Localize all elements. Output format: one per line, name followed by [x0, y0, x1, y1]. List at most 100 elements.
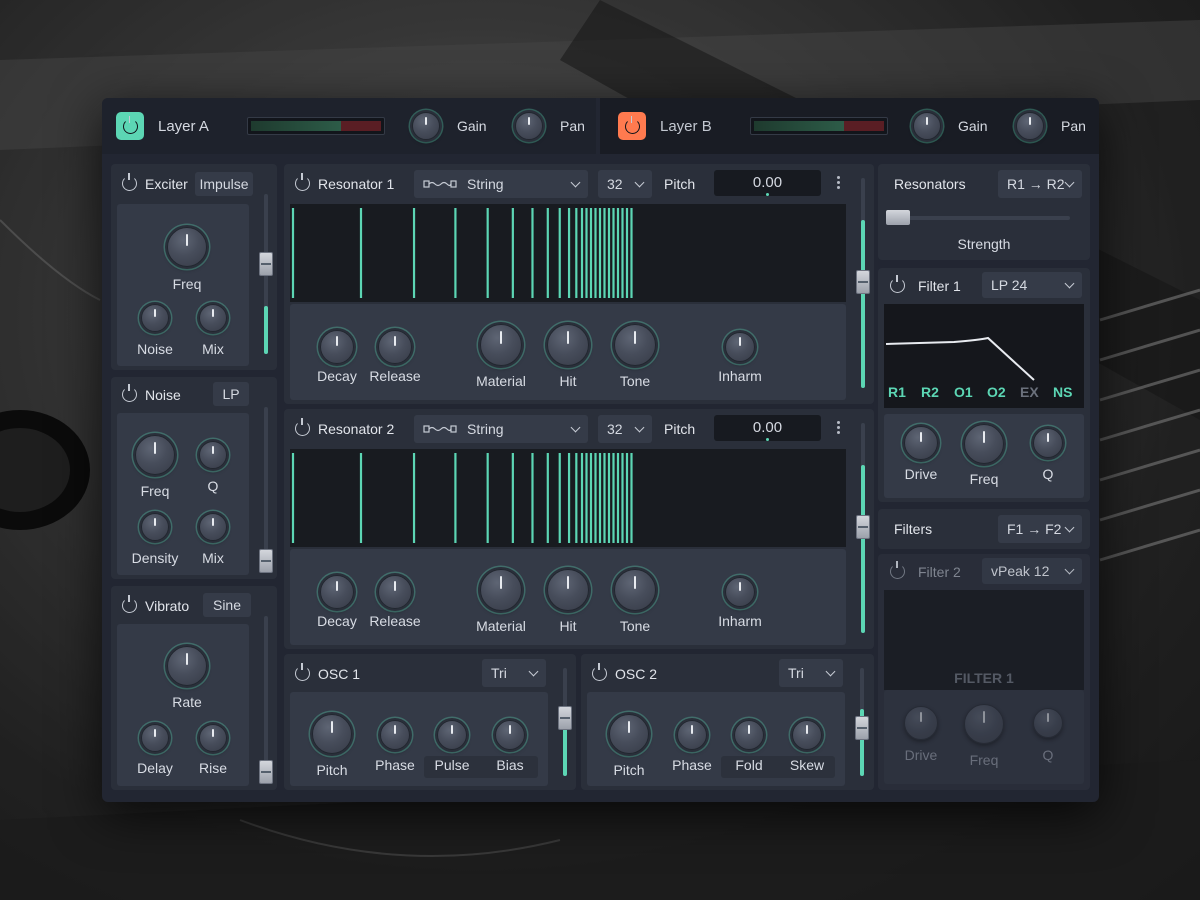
resonator-2-release-knob[interactable]: [378, 575, 412, 609]
filter-1-type-dropdown[interactable]: LP 24: [982, 272, 1082, 298]
filter-2-type-dropdown[interactable]: vPeak 12: [982, 558, 1082, 584]
filters-routing-panel: Filters F1 → F2: [878, 509, 1090, 549]
osc-1-level-thumb[interactable]: [558, 706, 572, 730]
resonator-1-voices-dropdown[interactable]: 32: [598, 170, 652, 198]
layer-a-power-button[interactable]: [116, 112, 144, 140]
filter-2-power-icon[interactable]: [890, 561, 905, 579]
resonator-2-voices-dropdown[interactable]: 32: [598, 415, 652, 443]
resonator-1-decay-knob[interactable]: [320, 330, 354, 364]
osc-2-power-icon[interactable]: [592, 663, 607, 681]
resonator-1-pitch-label: Pitch: [664, 176, 696, 192]
layer-b-gain-knob[interactable]: [913, 112, 941, 140]
osc-2-wave-dropdown[interactable]: Tri: [779, 659, 843, 687]
resonator-1-more-icon[interactable]: [837, 176, 841, 191]
exciter-level-thumb[interactable]: [259, 252, 273, 276]
filter-2-drive-knob[interactable]: [904, 706, 938, 740]
filter-1-freq-label: Freq: [969, 471, 999, 487]
exciter-freq-knob[interactable]: [167, 227, 207, 267]
vibrato-level-slider[interactable]: [264, 616, 268, 776]
filter-2-controls: Drive Freq Q: [884, 690, 1084, 784]
filter-2-freq-knob[interactable]: [964, 704, 1004, 744]
vibrato-rate-knob[interactable]: [167, 646, 207, 686]
filter-1-source-o1[interactable]: O1: [954, 384, 973, 400]
exciter-title: Exciter: [145, 176, 188, 192]
osc-1-controls: Pitch Phase Pulse Bias: [290, 692, 548, 786]
filter-1-source-ns[interactable]: NS: [1053, 384, 1072, 400]
resonator-2-level-thumb[interactable]: [856, 515, 870, 539]
layer-a-pan-knob[interactable]: [515, 112, 543, 140]
resonator-2-tone-knob[interactable]: [614, 569, 656, 611]
filter-1-power-icon[interactable]: [890, 275, 905, 293]
osc-1-pitch-knob[interactable]: [312, 714, 352, 754]
resonator-1-inharm-knob[interactable]: [725, 332, 755, 362]
resonator-2-decay-knob[interactable]: [320, 575, 354, 609]
resonator-1-type-dropdown[interactable]: String: [414, 170, 588, 198]
vibrato-level-thumb[interactable]: [259, 760, 273, 784]
strength-slider-thumb[interactable]: [886, 210, 910, 225]
osc-2-skew-knob[interactable]: [792, 720, 822, 750]
resonator-2-material-knob[interactable]: [480, 569, 522, 611]
layer-a-gain-knob[interactable]: [412, 112, 440, 140]
resonator-1-power-icon[interactable]: [295, 173, 310, 191]
strength-slider[interactable]: [888, 216, 1070, 220]
resonators-routing-dropdown[interactable]: R1 → R2: [998, 170, 1082, 198]
exciter-noise-knob[interactable]: [141, 304, 169, 332]
osc-1-title: OSC 1: [318, 666, 361, 682]
osc-1-pulse-knob[interactable]: [437, 720, 467, 750]
resonator-2-power-icon[interactable]: [295, 418, 310, 436]
osc-2-fold-knob[interactable]: [734, 720, 764, 750]
osc-2-pitch-knob[interactable]: [609, 714, 649, 754]
osc-1-wave-dropdown[interactable]: Tri: [482, 659, 546, 687]
noise-level-slider[interactable]: [264, 407, 268, 567]
osc-2-phase-knob[interactable]: [677, 720, 707, 750]
vibrato-rise-knob[interactable]: [199, 724, 227, 752]
resonator-2-more-icon[interactable]: [837, 421, 841, 436]
resonator-1-release-knob[interactable]: [378, 330, 412, 364]
noise-q-knob[interactable]: [199, 441, 227, 469]
exciter-mode-dropdown[interactable]: Impulse: [195, 172, 253, 196]
resonator-2-type-dropdown[interactable]: String: [414, 415, 588, 443]
filter-1-source-o2[interactable]: O2: [987, 384, 1006, 400]
resonator-1-level-thumb[interactable]: [856, 270, 870, 294]
filter-1-source-ex[interactable]: EX: [1020, 384, 1039, 400]
resonator-1-material-knob[interactable]: [480, 324, 522, 366]
chevron-down-icon: [1064, 278, 1075, 288]
exciter-mix-label: Mix: [202, 341, 224, 357]
filter-1-source-r2[interactable]: R2: [921, 384, 939, 400]
exciter-power-icon[interactable]: [122, 173, 137, 191]
osc-1-phase-knob[interactable]: [380, 720, 410, 750]
filter-1-q-knob[interactable]: [1033, 428, 1063, 458]
chevron-down-icon: [1064, 522, 1075, 532]
chevron-down-icon: [825, 666, 836, 676]
filter-1-freq-knob[interactable]: [964, 424, 1004, 464]
filters-routing-dropdown[interactable]: F1 → F2: [998, 515, 1082, 543]
noise-density-knob[interactable]: [141, 513, 169, 541]
filter-2-q-knob[interactable]: [1033, 708, 1063, 738]
exciter-mix-knob[interactable]: [199, 304, 227, 332]
resonator-2-hit-knob[interactable]: [547, 569, 589, 611]
noise-mode-dropdown[interactable]: LP: [213, 382, 249, 406]
layer-b-tab[interactable]: Layer B Gain Pan: [600, 98, 1099, 154]
noise-level-thumb[interactable]: [259, 549, 273, 573]
noise-mix-knob[interactable]: [199, 513, 227, 541]
resonator-1-hit-knob[interactable]: [547, 324, 589, 366]
vibrato-delay-knob[interactable]: [141, 724, 169, 752]
layer-a-tab[interactable]: Layer A Gain Pan: [102, 98, 596, 154]
osc-2-pitch-label: Pitch: [613, 762, 645, 778]
noise-power-icon[interactable]: [122, 384, 137, 402]
resonator-2-inharm-label: Inharm: [718, 613, 762, 629]
resonator-1-tone-knob[interactable]: [614, 324, 656, 366]
vibrato-power-icon[interactable]: [122, 595, 137, 613]
osc-1-bias-knob[interactable]: [495, 720, 525, 750]
filter-1-source-r1[interactable]: R1: [888, 384, 906, 400]
osc-1-power-icon[interactable]: [295, 663, 310, 681]
filter-1-drive-knob[interactable]: [904, 426, 938, 460]
layer-b-pan-knob[interactable]: [1016, 112, 1044, 140]
osc-2-title: OSC 2: [615, 666, 658, 682]
noise-freq-knob[interactable]: [135, 435, 175, 475]
resonator-2-inharm-knob[interactable]: [725, 577, 755, 607]
osc-2-level-thumb[interactable]: [855, 716, 869, 740]
layer-b-power-button[interactable]: [618, 112, 646, 140]
layer-a-level-meter: [247, 117, 385, 135]
vibrato-mode-dropdown[interactable]: Sine: [203, 593, 251, 617]
